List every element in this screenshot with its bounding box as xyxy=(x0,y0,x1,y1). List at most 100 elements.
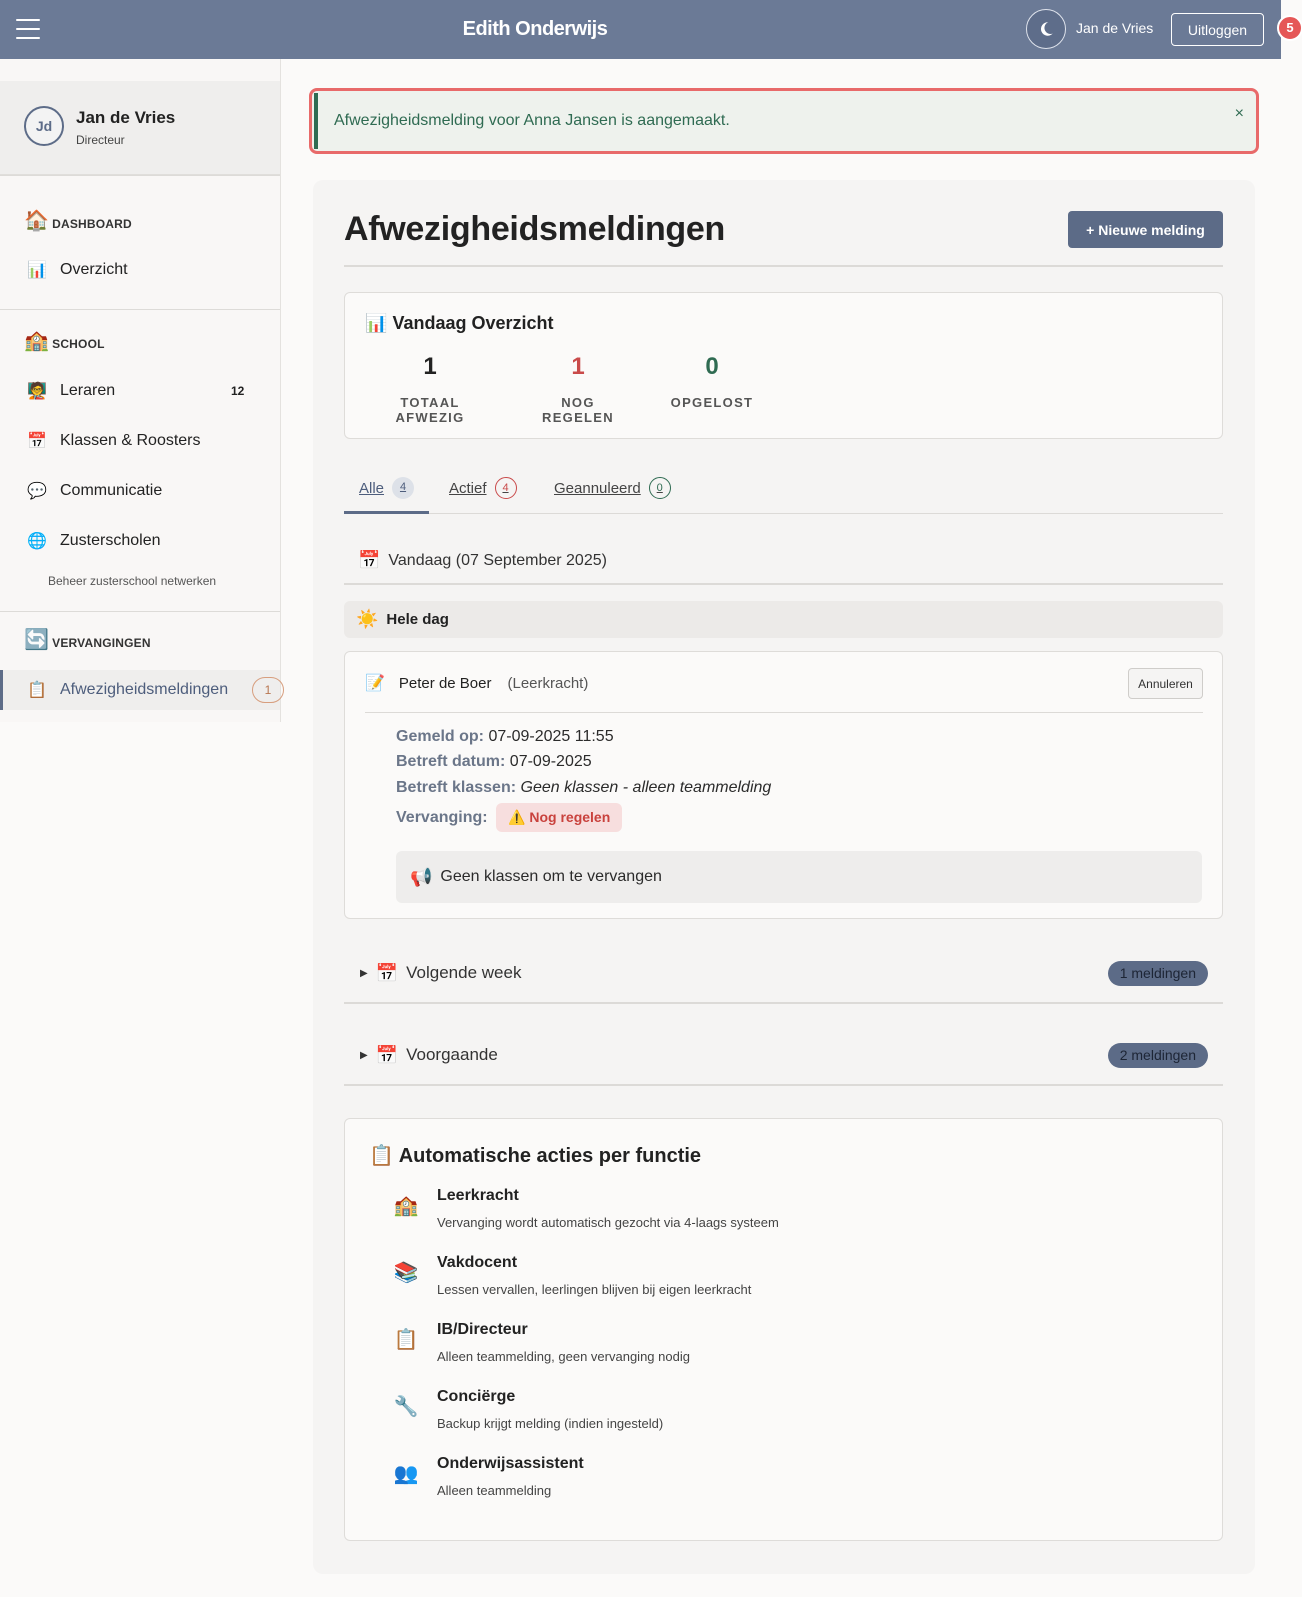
sidebar-item-label: Zusterscholen xyxy=(60,532,161,549)
section-vervangingen: 🔄 VERVANGINGEN xyxy=(24,630,151,650)
sidebar-item-afwezigheidsmeldingen[interactable]: 📋 Afwezigheidsmeldingen 1 xyxy=(0,670,284,710)
group-next-week[interactable]: ▶ 📅 Volgende week 1 meldingen xyxy=(344,944,1223,1004)
speech-bubble-icon: 💬 xyxy=(27,483,47,500)
reported-row: Gemeld op: 07-09-2025 11:55 xyxy=(396,728,614,746)
sidebar-item-leraren[interactable]: 🧑‍🏫 Leraren 12 xyxy=(0,371,280,411)
tab-alle[interactable]: Alle 4 xyxy=(359,477,415,499)
clipboard-icon: 📋 xyxy=(393,1329,419,1351)
group-previous[interactable]: ▶ 📅 Voorgaande 2 meldingen xyxy=(344,1026,1223,1086)
stat-value: 1 xyxy=(571,353,585,380)
globe-icon: 🌐 xyxy=(27,533,47,550)
date-label: Betreft datum: xyxy=(396,753,506,770)
notification-badge[interactable]: 5 xyxy=(1277,15,1302,41)
overview-title: 📊 Vandaag Overzicht xyxy=(365,313,554,334)
auto-action-name: Vakdocent xyxy=(437,1254,518,1271)
replacement-label: Vervanging: xyxy=(396,809,488,826)
auto-action-name: Leerkracht xyxy=(437,1187,519,1204)
sidebar-item-label: Communicatie xyxy=(60,482,163,499)
clipboard-icon: 📋 xyxy=(27,682,47,699)
calendar-icon: 📅 xyxy=(375,1044,399,1065)
megaphone-icon: 📢 xyxy=(410,866,433,887)
sidebar-item-communicatie[interactable]: 💬 Communicatie xyxy=(0,471,280,511)
stat-label: OPGELOST xyxy=(670,395,754,410)
tab-count: 0 xyxy=(648,477,671,499)
stat-value: 0 xyxy=(705,353,719,380)
new-absence-button[interactable]: + Nieuwe melding xyxy=(1068,211,1223,248)
auto-actions-title: 📋 Automatische acties per functie xyxy=(369,1143,701,1168)
group-label: Voorgaande xyxy=(406,1045,498,1064)
calendar-icon: 📅 xyxy=(358,550,381,570)
section-label: VERVANGINGEN xyxy=(52,636,151,650)
absence-header: 📝 Peter de Boer (Leerkracht) xyxy=(365,673,588,693)
status-badge: ⚠️ Nog regelen xyxy=(496,803,623,832)
divider xyxy=(0,611,280,612)
stat-label: NOG REGELEN xyxy=(542,395,614,425)
auto-action-name: IB/Directeur xyxy=(437,1321,528,1338)
tab-label: Actief xyxy=(449,479,487,497)
sidebar-item-klassen[interactable]: 📅 Klassen & Roosters xyxy=(0,421,280,461)
calendar-icon: 📅 xyxy=(375,962,399,983)
close-icon[interactable]: × xyxy=(1235,105,1244,123)
profile-role: Directeur xyxy=(76,133,125,147)
reported-value: 07-09-2025 11:55 xyxy=(484,728,614,745)
alert-message: Afwezigheidsmelding voor Anna Jansen is … xyxy=(334,112,730,129)
group-count-badge: 2 meldingen xyxy=(1107,1042,1208,1068)
tab-geannuleerd[interactable]: Geannuleerd 0 xyxy=(554,477,671,499)
sidebar-item-label: Klassen & Roosters xyxy=(60,432,201,449)
all-day-header: ☀️ Hele dag xyxy=(344,601,1223,638)
sidebar-item-label: Afwezigheidsmeldingen xyxy=(60,681,229,698)
tab-count: 4 xyxy=(494,477,517,499)
sidebar-item-label: Leraren xyxy=(60,382,116,399)
classes-value: Geen klassen - alleen teammelding xyxy=(516,779,772,796)
dark-mode-toggle[interactable] xyxy=(1026,9,1066,49)
auto-action-desc: Lessen vervallen, leerlingen blijven bij… xyxy=(437,1282,752,1297)
date-value: 07-09-2025 xyxy=(505,753,592,770)
auto-action-desc: Alleen teammelding, geen vervanging nodi… xyxy=(437,1349,690,1364)
moon-icon xyxy=(1040,22,1053,36)
today-header-text: Vandaag (07 September 2025) xyxy=(388,551,607,569)
sidebar: Jd Jan de Vries Directeur 🏠 DASHBOARD 📊 … xyxy=(0,59,284,722)
section-label: SCHOOL xyxy=(52,337,105,351)
school-icon: 🏫 xyxy=(393,1195,419,1217)
triangle-right-icon: ▶ xyxy=(360,967,368,979)
logout-button[interactable]: Uitloggen xyxy=(1171,13,1264,46)
divider xyxy=(344,513,1223,514)
auto-action-name: Conciërge xyxy=(437,1388,516,1405)
tab-count: 4 xyxy=(392,477,415,499)
divider xyxy=(0,309,280,310)
sidebar-item-zusterscholen[interactable]: 🌐 Zusterscholen xyxy=(0,521,280,561)
divider xyxy=(344,265,1223,267)
tab-label: Geannuleerd xyxy=(554,479,641,497)
auto-action-name: Onderwijsassistent xyxy=(437,1455,584,1472)
cancel-absence-button[interactable]: Annuleren xyxy=(1128,668,1203,699)
memo-icon: 📝 xyxy=(365,675,385,692)
auto-actions-card: 📋 Automatische acties per functie 🏫 Leer… xyxy=(344,1118,1223,1541)
avatar: Jd xyxy=(24,106,64,146)
divider xyxy=(344,583,1223,585)
tab-label: Alle xyxy=(359,479,385,497)
school-icon: 🏫 xyxy=(24,330,50,352)
people-icon: 👥 xyxy=(393,1463,419,1485)
clipboard-icon: 📋 xyxy=(369,1145,394,1167)
refresh-icon: 🔄 xyxy=(24,629,50,651)
reported-label: Gemeld op: xyxy=(396,728,485,745)
stat-label: TOTAAL AFWEZIG xyxy=(395,395,465,425)
app-title: Edith Onderwijs xyxy=(462,18,608,40)
section-school: 🏫 SCHOOL xyxy=(24,331,105,351)
classes-row: Betreft klassen: Geen klassen - alleen t… xyxy=(396,779,771,797)
replacement-note: 📢 Geen klassen om te vervangen xyxy=(396,851,1202,903)
stat-to-arrange: 1 NOG REGELEN xyxy=(523,353,633,425)
bar-chart-icon: 📊 xyxy=(27,262,47,279)
triangle-right-icon: ▶ xyxy=(360,1049,368,1061)
sidebar-badge: 1 xyxy=(252,677,284,703)
sidebar-item-overzicht[interactable]: 📊 Overzicht xyxy=(0,250,280,290)
auto-action-desc: Vervanging wordt automatisch gezocht via… xyxy=(437,1215,779,1230)
today-header: 📅 Vandaag (07 September 2025) xyxy=(358,550,607,571)
date-row: Betreft datum: 07-09-2025 xyxy=(396,753,592,771)
active-tab-indicator xyxy=(344,511,429,514)
tab-actief[interactable]: Actief 4 xyxy=(449,477,517,499)
group-count-badge: 1 meldingen xyxy=(1107,960,1208,986)
top-bar: Edith Onderwijs Jan de Vries Uitloggen xyxy=(0,0,1281,59)
house-icon: 🏠 xyxy=(24,210,50,232)
teacher-count: 12 xyxy=(231,384,245,398)
